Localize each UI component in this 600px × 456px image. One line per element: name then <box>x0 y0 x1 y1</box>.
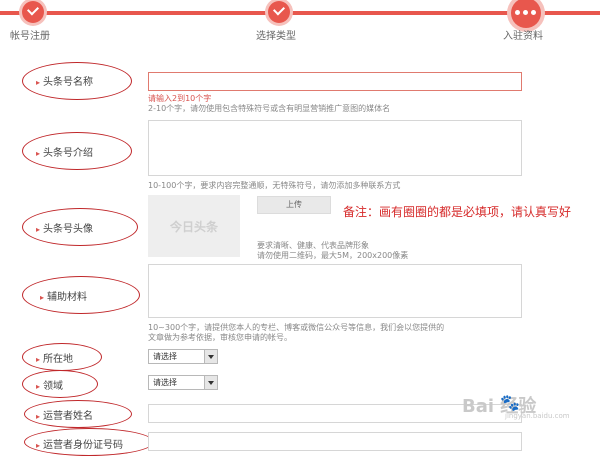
watermark-sub: jingyan.baidu.com <box>505 412 570 420</box>
step-3-more-icon <box>511 0 541 28</box>
paw-icon: 🐾 <box>500 393 520 412</box>
intro-label: ▸ 头条号介绍 <box>36 148 94 159</box>
operator-id-label: ▸ 运营者身份证号码 <box>36 440 124 451</box>
avatar-hint-2: 请勿使用二维码，最大5M，200x200像素 <box>257 251 409 260</box>
step-1-check-icon <box>22 1 44 23</box>
operator-id-input[interactable] <box>148 432 522 451</box>
location-select[interactable]: 请选择 <box>148 349 218 364</box>
avatar-label: ▸ 头条号头像 <box>36 224 94 235</box>
domain-label: ▸ 领域 <box>36 381 64 392</box>
location-label: ▸ 所在地 <box>36 354 74 365</box>
step-3-label: 入驻资料 <box>503 31 543 42</box>
step-2-label: 选择类型 <box>256 31 296 42</box>
material-label: ▸ 辅助材料 <box>40 292 88 303</box>
material-hint-2: 文章做为参考依据，审核您申请的帐号。 <box>148 333 292 342</box>
name-input[interactable] <box>148 72 522 91</box>
domain-select[interactable]: 请选择 <box>148 375 218 390</box>
name-label: ▸ 头条号名称 <box>36 77 94 88</box>
location-select-value: 请选择 <box>153 352 177 361</box>
avatar-placeholder: 今日头条 <box>148 195 240 257</box>
operator-name-label: ▸ 运营者姓名 <box>36 411 94 422</box>
chevron-down-icon <box>204 376 217 389</box>
step-2-check-icon <box>268 1 290 23</box>
progress-line-rest <box>540 11 600 15</box>
annotation-note: 备注：画有圈圈的都是必填项，请认真写好 <box>343 205 572 219</box>
material-textarea[interactable] <box>148 264 522 318</box>
intro-textarea[interactable] <box>148 120 522 176</box>
domain-select-value: 请选择 <box>153 378 177 387</box>
chevron-down-icon <box>204 350 217 363</box>
intro-hint: 10-100个字，要求内容完整通顺，无特殊符号，请勿添加多种联系方式 <box>148 181 401 190</box>
step-1-label: 帐号注册 <box>10 31 50 42</box>
progress-line-done <box>0 11 510 15</box>
upload-button[interactable]: 上传 <box>257 196 331 214</box>
name-hint: 2-10个字，请勿使用包含特殊符号或含有明显营销推广意图的媒体名 <box>148 104 391 113</box>
